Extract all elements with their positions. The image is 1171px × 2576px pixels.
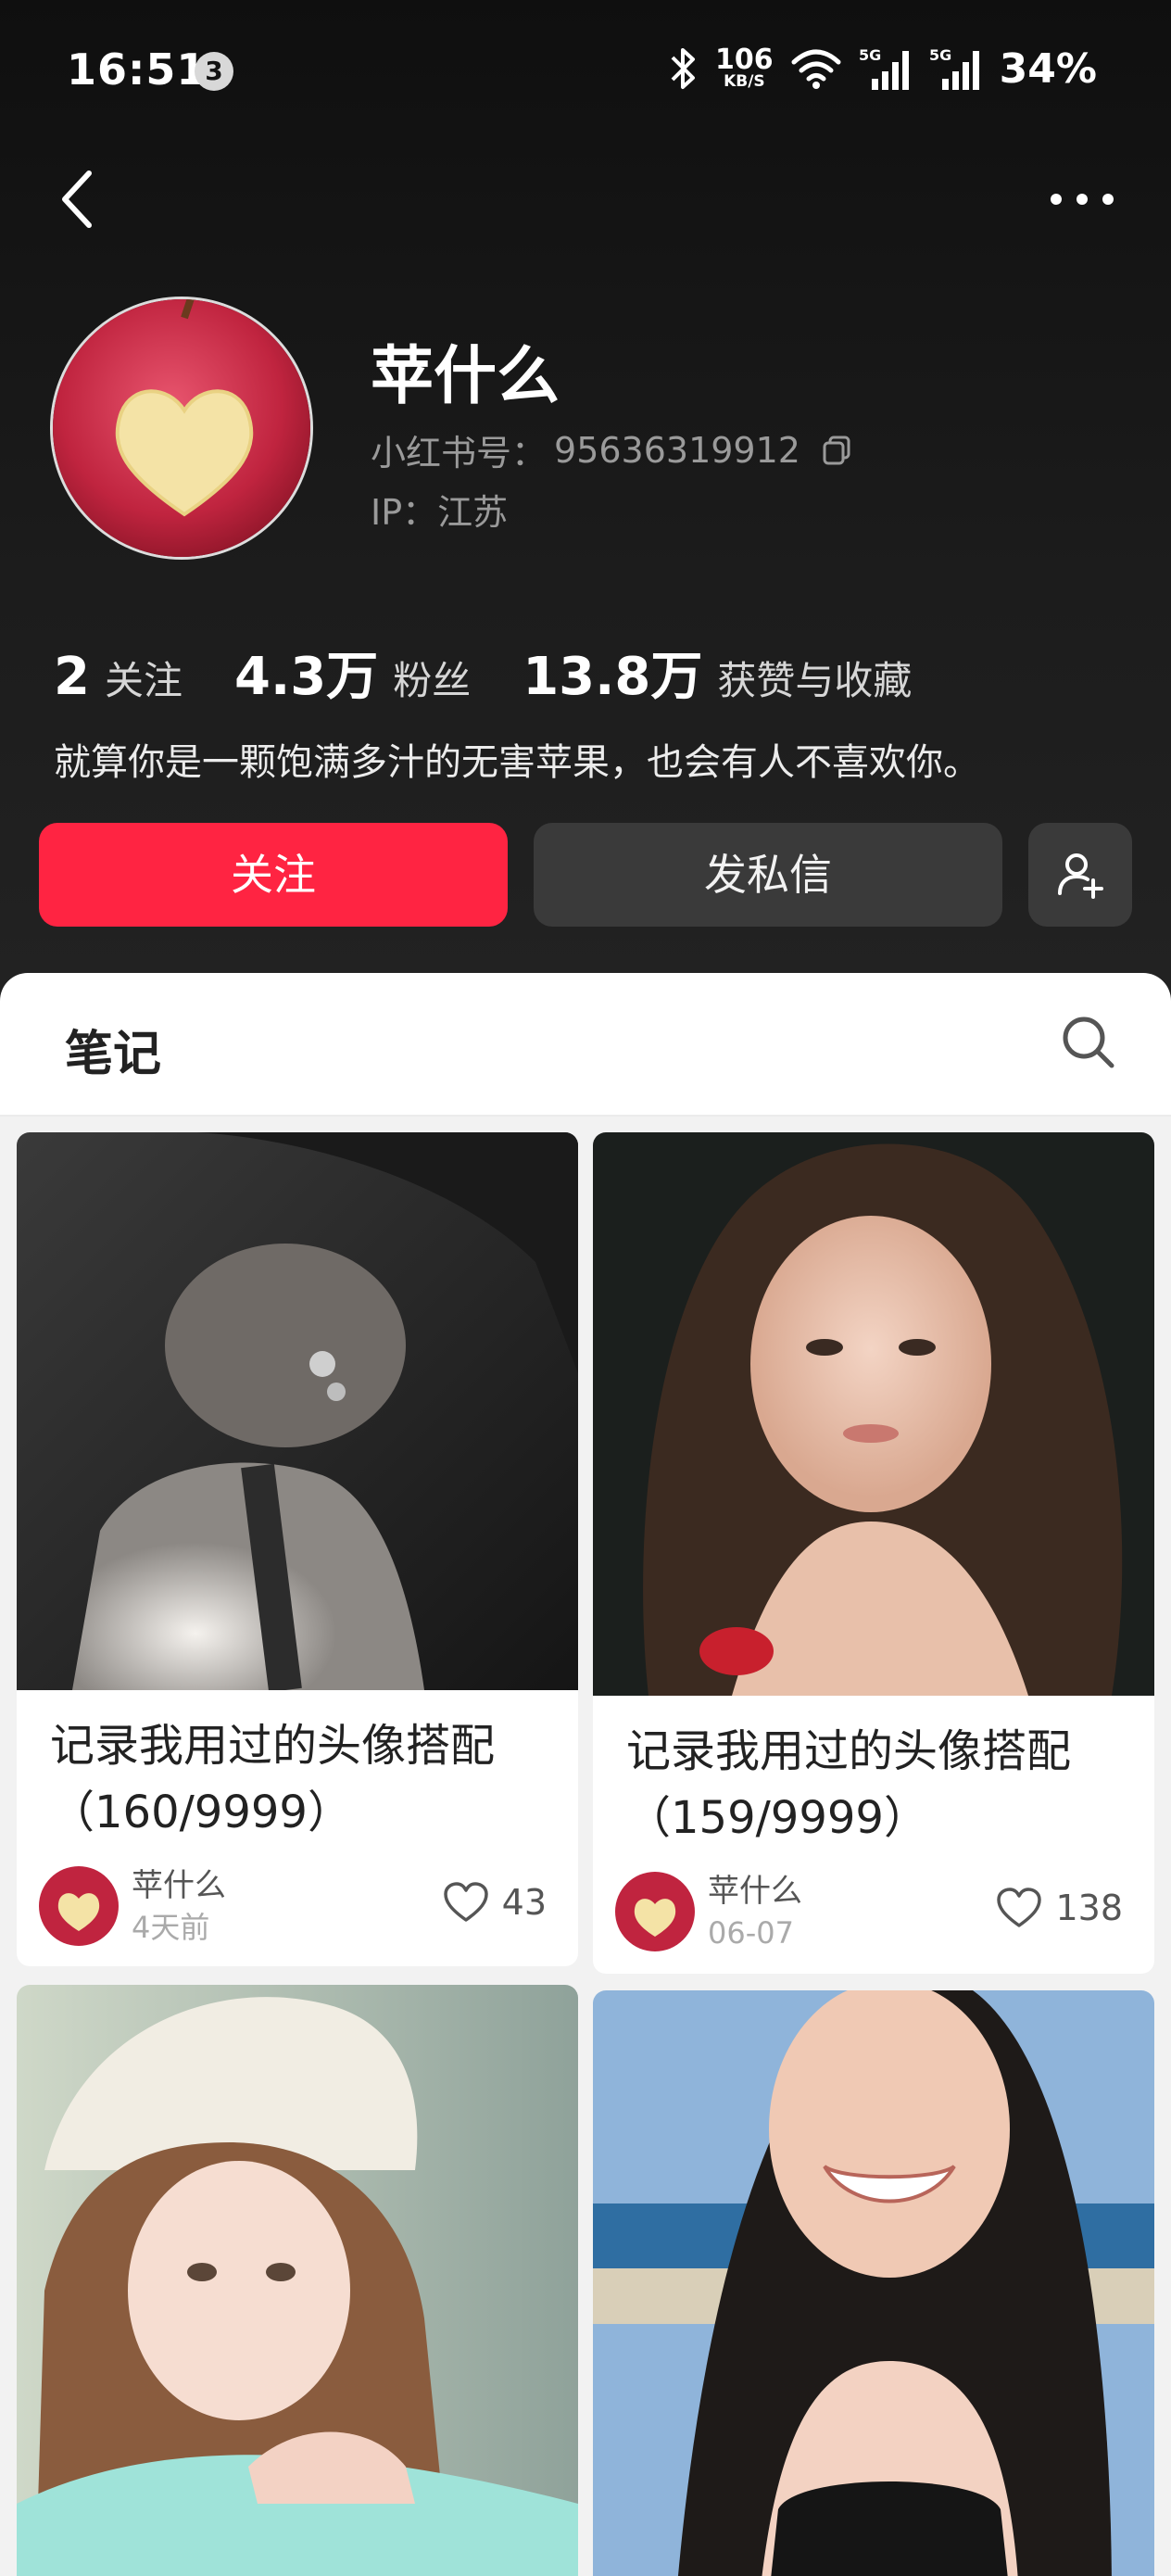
note-cover-image — [593, 1990, 1154, 2576]
note-card[interactable] — [17, 1985, 578, 2576]
nav-bar — [0, 153, 1171, 246]
net-speed-unit: KB/S — [724, 71, 765, 91]
copy-icon[interactable] — [821, 434, 854, 467]
status-bar: 16:51 3 106 KB/S 5G 5G 34% — [0, 37, 1171, 102]
author-info: 苹什么 4天前 — [132, 1864, 226, 1948]
note-cover-image — [17, 1132, 578, 1690]
author-avatar — [615, 1872, 695, 1951]
note-card[interactable]: 记录我用过的头像搭配（159/9999） 苹什么 06-07 138 — [593, 1132, 1154, 1974]
profile-bio: 就算你是一颗饱满多汁的无害苹果，也会有人不喜欢你。 — [54, 741, 980, 784]
status-icons: 106 KB/S 5G 5G 34% — [667, 41, 1097, 96]
user-id-row: 小红书号： 95636319912 — [371, 424, 854, 475]
wifi-icon — [791, 49, 841, 89]
notification-count-badge: 3 — [195, 52, 233, 91]
tabs-bar: 笔记 — [0, 973, 1171, 1117]
stat-likes-count: 13.8万 — [523, 647, 703, 707]
note-author[interactable]: 苹什么 06-07 — [615, 1870, 802, 1953]
author-info: 苹什么 06-07 — [708, 1870, 802, 1953]
chevron-left-icon[interactable] — [52, 164, 107, 234]
add-user-icon — [1058, 853, 1103, 899]
ip-location: IP：江苏 — [371, 484, 508, 535]
message-button[interactable]: 发私信 — [534, 823, 1002, 927]
note-card[interactable]: 记录我用过的头像搭配（160/9999） 苹什么 4天前 43 — [17, 1132, 578, 1966]
profile-avatar[interactable] — [50, 297, 313, 560]
post-date: 4天前 — [132, 1910, 210, 1945]
stat-followers-count: 4.3万 — [233, 647, 379, 707]
like-button[interactable]: 138 — [996, 1887, 1123, 1929]
heart-icon — [443, 1882, 488, 1922]
note-title: 记录我用过的头像搭配（160/9999） — [50, 1720, 496, 1838]
follow-button[interactable]: 关注 — [39, 823, 508, 927]
note-card[interactable] — [593, 1990, 1154, 2576]
net-speed: 106 KB/S — [715, 43, 774, 91]
signal-5g-label-2: 5G — [929, 46, 951, 64]
profile-page: 16:51 3 106 KB/S 5G 5G 34% 苹什么 小红书号： 956… — [0, 0, 1171, 2576]
tab-notes[interactable]: 笔记 — [65, 1015, 161, 1084]
net-speed-value: 106 — [715, 43, 774, 76]
author-avatar — [39, 1866, 119, 1946]
user-id-label: 小红书号： — [371, 433, 548, 474]
like-count: 43 — [501, 1882, 547, 1923]
more-dots-icon[interactable] — [1045, 181, 1119, 218]
note-title: 记录我用过的头像搭配（159/9999） — [626, 1725, 1072, 1844]
apple-heart-avatar-image — [53, 299, 310, 557]
stat-followers-label: 粉丝 — [393, 658, 472, 703]
battery-level: 34% — [999, 44, 1097, 93]
signal-5g-icon: 5G — [859, 46, 909, 90]
search-icon[interactable] — [1058, 1012, 1119, 1073]
like-button[interactable]: 43 — [443, 1881, 547, 1924]
post-date: 06-07 — [708, 1915, 794, 1951]
stat-likes-label: 获赞与收藏 — [717, 658, 913, 703]
user-id-value: 95636319912 — [554, 429, 800, 471]
signal-5g-icon-2: 5G — [929, 46, 979, 90]
like-count: 138 — [1055, 1888, 1123, 1928]
stat-likes-collections[interactable]: 13.8万 获赞与收藏 — [523, 635, 912, 710]
profile-actions: 关注 发私信 — [39, 823, 1132, 927]
note-cover-image — [17, 1985, 578, 2576]
heart-icon — [997, 1888, 1042, 1927]
profile-nickname: 苹什么 — [371, 340, 560, 413]
status-time: 16:51 — [67, 44, 208, 95]
stat-followers[interactable]: 4.3万 粉丝 — [234, 635, 471, 710]
stat-following-count: 2 — [54, 647, 90, 707]
author-name: 苹什么 — [708, 1873, 802, 1910]
profile-header: 16:51 3 106 KB/S 5G 5G 34% 苹什么 小红书号： 956… — [0, 0, 1171, 1056]
note-author[interactable]: 苹什么 4天前 — [39, 1864, 226, 1948]
stat-following[interactable]: 2 关注 — [54, 647, 183, 707]
note-cover-image — [593, 1132, 1154, 1696]
add-friend-button[interactable] — [1028, 823, 1132, 927]
bluetooth-icon — [671, 48, 696, 89]
ip-value: 江苏 — [437, 492, 509, 533]
signal-5g-label: 5G — [859, 46, 881, 64]
author-name: 苹什么 — [132, 1867, 226, 1904]
stat-following-label: 关注 — [104, 658, 183, 703]
profile-stats: 2 关注 4.3万 粉丝 13.8万 获赞与收藏 — [54, 635, 963, 710]
ip-label: IP： — [371, 492, 438, 533]
